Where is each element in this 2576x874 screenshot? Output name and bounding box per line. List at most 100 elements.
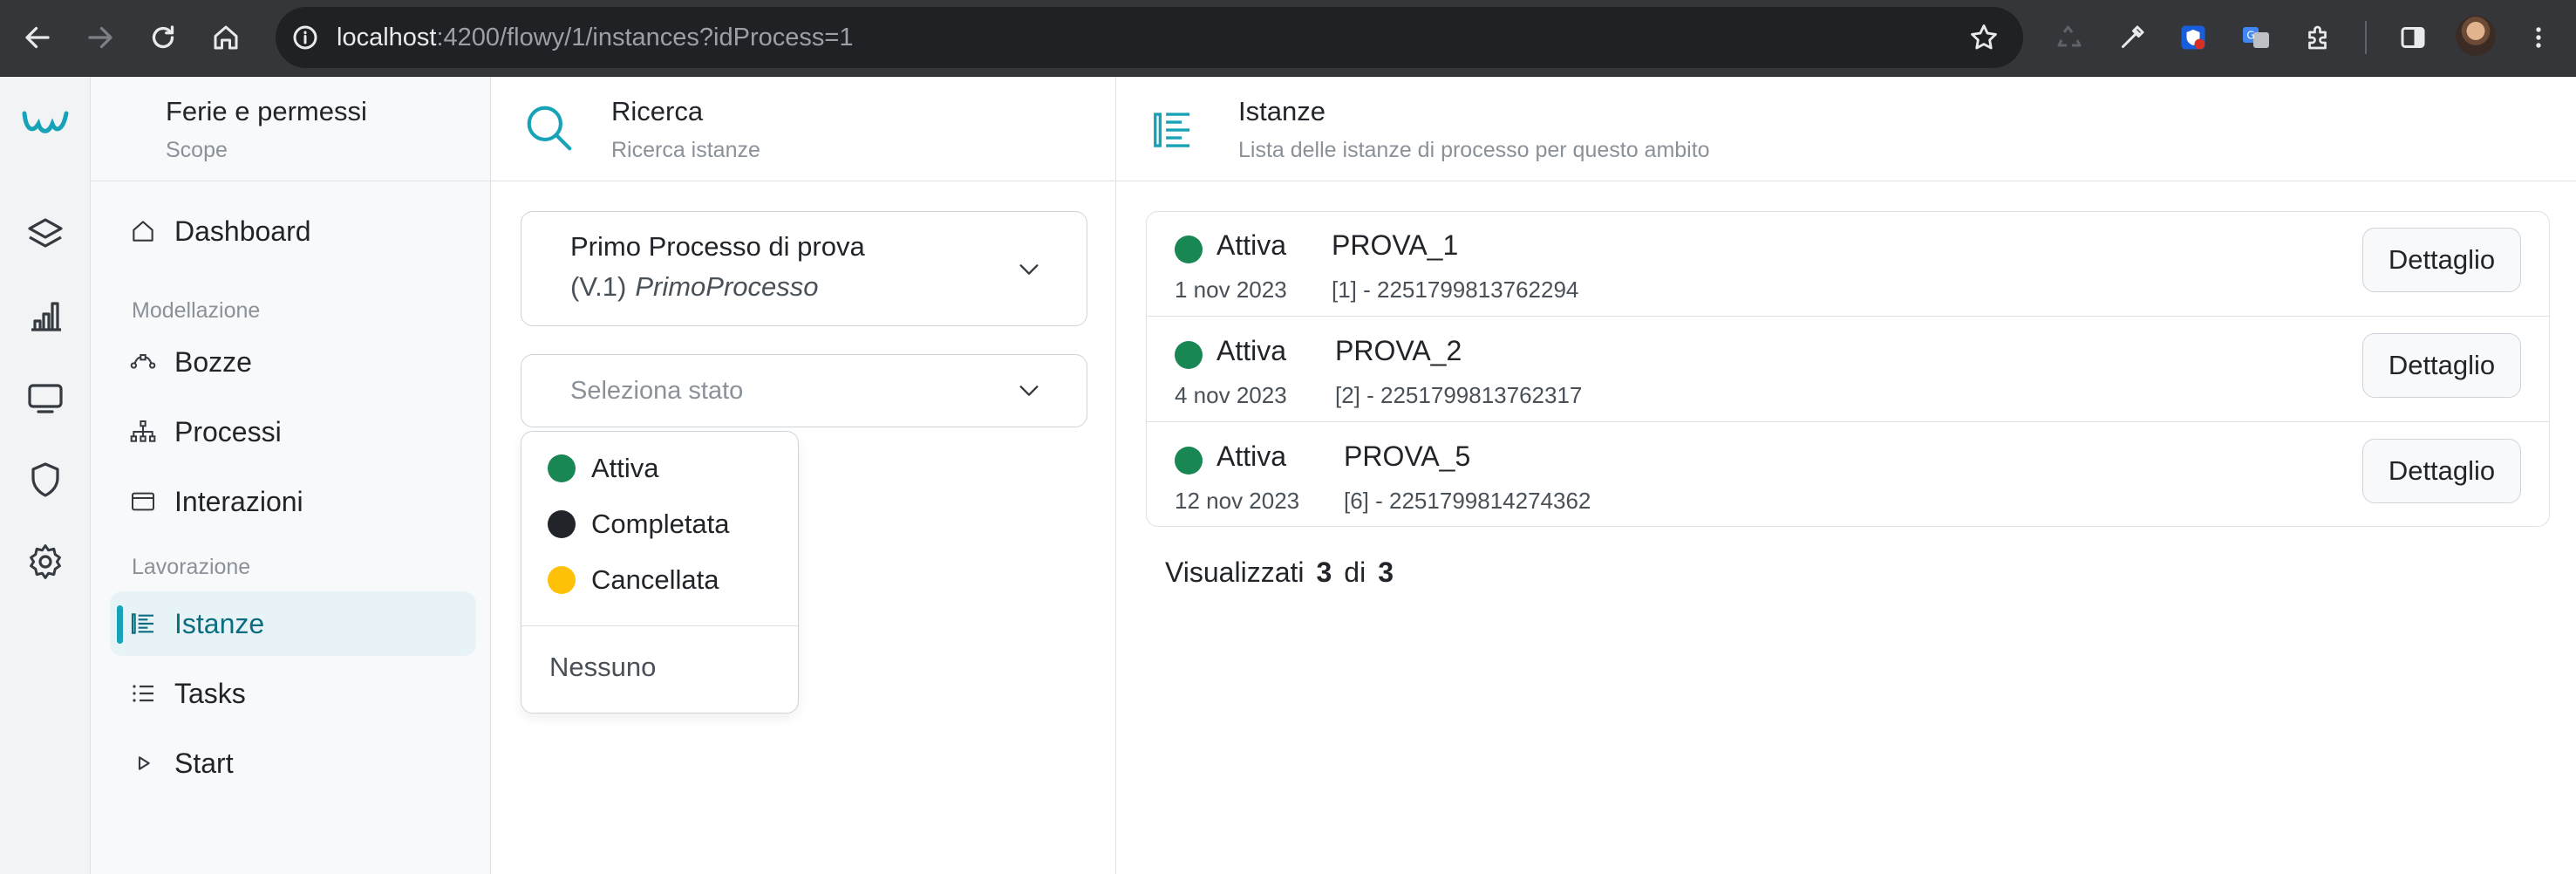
- reload-icon: [152, 25, 174, 49]
- state-option-active[interactable]: Attiva: [521, 440, 798, 496]
- instance-status: Attiva: [1216, 440, 1287, 472]
- nav-item-label: Start: [174, 748, 234, 779]
- nav-item-start[interactable]: Start: [110, 731, 476, 795]
- chevron-down-icon: [1019, 386, 1039, 396]
- site-info-icon[interactable]: [290, 22, 321, 53]
- nav-item-instances[interactable]: Istanze: [110, 591, 476, 656]
- rail-monitor-button[interactable]: [24, 377, 66, 419]
- gear-icon: [30, 544, 61, 579]
- nav-item-dashboard[interactable]: Dashboard: [110, 199, 476, 263]
- bezier-curve-icon: [129, 348, 157, 376]
- results-total: 3: [1378, 556, 1394, 588]
- status-dot: [548, 566, 576, 594]
- instance-name: PROVA_2: [1335, 335, 1462, 366]
- nav-item-label: Interazioni: [174, 486, 303, 517]
- extension-bitwarden-button[interactable]: [2171, 16, 2215, 59]
- back-button[interactable]: [12, 12, 63, 63]
- instance-id: [1] - 2251799813762294: [1332, 277, 1579, 303]
- process-version: (V.1) PrimoProcesso: [570, 271, 819, 303]
- svg-text:G: G: [2246, 30, 2254, 42]
- dropdown-divider: [521, 625, 798, 626]
- results-count-of: di: [1344, 556, 1366, 588]
- play-icon: [129, 749, 157, 777]
- extension-translate-button[interactable]: G: [2234, 16, 2278, 59]
- scope-title: Ferie e permessi: [166, 96, 367, 126]
- list-icon: [129, 679, 157, 707]
- detail-button[interactable]: Dettaglio: [2362, 439, 2521, 503]
- browser-toolbar: localhost:4200/flowy/1/instances?idProce…: [0, 0, 2576, 77]
- state-dropdown: Attiva Completata Cancellata Nessuno: [521, 431, 799, 714]
- instance-date: 4 nov 2023: [1175, 382, 1287, 408]
- scope-subtitle: Scope: [166, 138, 228, 162]
- instance-id: [6] - 2251799814274362: [1344, 488, 1591, 514]
- detail-button[interactable]: Dettaglio: [2362, 228, 2521, 292]
- instance-list: Attiva 1 nov 2023 PROVA_1 [1] - 22517998…: [1146, 211, 2550, 527]
- address-bar[interactable]: localhost:4200/flowy/1/instances?idProce…: [276, 7, 2023, 68]
- search-panel-title: Ricerca: [611, 96, 704, 126]
- nav-item-label: Dashboard: [174, 215, 311, 247]
- side-panel-button[interactable]: [2391, 16, 2435, 59]
- side-panel-icon: [2401, 27, 2425, 48]
- instances-panel-header: Istanze Lista delle istanze di processo …: [1116, 77, 2576, 181]
- extension-recycle-button[interactable]: [2048, 16, 2091, 59]
- results-count: Visualizzati 3 di 3: [1165, 556, 1406, 589]
- home-icon: [214, 25, 238, 50]
- url-text[interactable]: localhost:4200/flowy/1/instances?idProce…: [337, 7, 853, 68]
- instance-date: 1 nov 2023: [1175, 277, 1287, 303]
- nav-item-label: Processi: [174, 416, 282, 447]
- process-version-number: (V.1): [570, 271, 627, 302]
- browser-menu-button[interactable]: [2517, 16, 2560, 59]
- instance-row: Attiva 4 nov 2023 PROVA_2 [2] - 22517998…: [1147, 318, 2549, 422]
- instances-panel: Istanze Lista delle istanze di processo …: [1116, 77, 2576, 874]
- forward-button[interactable]: [75, 12, 126, 63]
- rail-settings-button[interactable]: [24, 541, 66, 583]
- nav-section-modeling: Modellazione: [132, 298, 261, 323]
- results-shown: 3: [1316, 556, 1332, 588]
- hierarchy-icon: [129, 418, 157, 446]
- reload-button[interactable]: [138, 12, 188, 63]
- bar-chart-icon: [31, 302, 61, 331]
- bookmark-star-icon[interactable]: [1967, 21, 2000, 54]
- extensions-button[interactable]: [2297, 16, 2341, 59]
- state-select[interactable]: Seleziona stato: [521, 354, 1087, 427]
- detail-button[interactable]: Dettaglio: [2362, 333, 2521, 398]
- recycle-icon: [2057, 25, 2082, 47]
- process-select[interactable]: Primo Processo di prova (V.1) PrimoProces…: [521, 211, 1087, 326]
- state-option-completed[interactable]: Completata: [521, 496, 798, 552]
- status-dot: [1175, 236, 1203, 263]
- chevron-down-icon: [1019, 264, 1039, 275]
- extension-eyedropper-button[interactable]: [2110, 16, 2154, 59]
- rail-security-button[interactable]: [24, 459, 66, 501]
- state-option-label: Completata: [591, 509, 730, 539]
- text-indent-icon: [129, 610, 157, 638]
- instances-panel-subtitle: Lista delle istanze di processo per ques…: [1238, 138, 1710, 162]
- scope-header: Ferie e permessi Scope: [91, 77, 491, 181]
- home-button[interactable]: [201, 12, 251, 63]
- app-logo-icon[interactable]: [19, 105, 72, 140]
- arrow-right-icon: [88, 26, 112, 49]
- nav-item-drafts[interactable]: Bozze: [110, 330, 476, 394]
- rail-layers-button[interactable]: [24, 213, 66, 255]
- instance-row: Attiva 12 nov 2023 PROVA_5 [6] - 2251799…: [1147, 423, 2549, 526]
- profile-avatar[interactable]: [2456, 16, 2496, 56]
- state-option-none[interactable]: Nessuno: [549, 639, 656, 695]
- nav-item-tasks[interactable]: Tasks: [110, 661, 476, 726]
- search-panel-subtitle: Ricerca istanze: [611, 138, 760, 162]
- state-option-label: Cancellata: [591, 564, 719, 595]
- status-dot: [1175, 341, 1203, 369]
- instance-name: PROVA_1: [1332, 229, 1459, 261]
- status-dot: [1175, 447, 1203, 475]
- status-dot: [548, 510, 576, 538]
- results-count-prefix: Visualizzati: [1165, 556, 1305, 588]
- search-panel-header: Ricerca Ricerca istanze: [491, 77, 1115, 181]
- nav-item-interactions[interactable]: Interazioni: [110, 469, 476, 534]
- instance-status: Attiva: [1216, 335, 1287, 366]
- instance-status: Attiva: [1216, 229, 1287, 261]
- rail-chart-button[interactable]: [24, 295, 66, 337]
- nav-item-processes[interactable]: Processi: [110, 399, 476, 464]
- state-option-cancelled[interactable]: Cancellata: [521, 552, 798, 608]
- search-icon: [527, 106, 572, 151]
- eyedropper-icon: [2122, 25, 2144, 48]
- more-vertical-icon: [2536, 27, 2541, 48]
- icon-rail: [0, 77, 91, 874]
